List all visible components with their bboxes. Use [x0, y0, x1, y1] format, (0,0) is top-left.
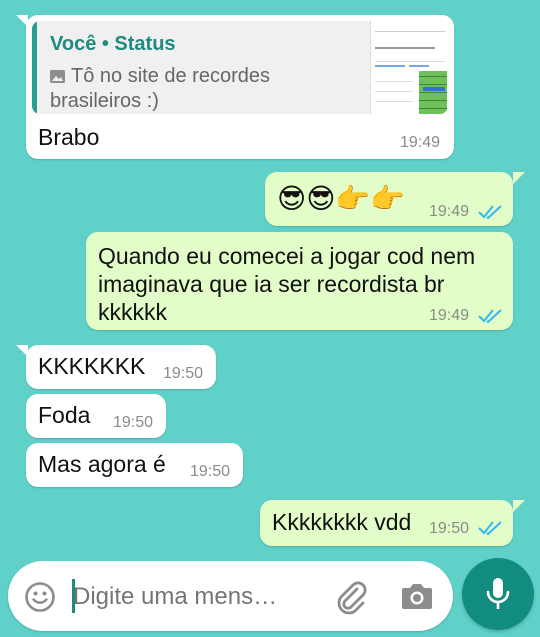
message-text: Foda — [38, 402, 91, 428]
message-composer — [8, 561, 453, 631]
message-text: Kkkkkkkk vdd — [272, 509, 412, 535]
thumbnail-image — [371, 21, 448, 114]
camera-icon[interactable] — [400, 581, 434, 611]
quote-text: Tô no site de recordes brasileiros :) — [50, 65, 270, 112]
message-text: Mas agora é — [38, 451, 166, 477]
emoji-icon[interactable] — [24, 581, 56, 613]
bubble-tail — [16, 15, 28, 27]
bubble-tail — [513, 500, 525, 512]
message-bubble-incoming[interactable]: Você • Status Tô no site de recordes bra… — [26, 15, 454, 159]
message-bubble-incoming[interactable]: Foda 19:50 — [26, 394, 166, 438]
message-text: Brabo — [38, 124, 100, 150]
read-ticks-icon — [478, 205, 502, 220]
message-bubble-outgoing[interactable]: Quando eu comecei a jogar cod nem imagin… — [86, 232, 513, 330]
quoted-status[interactable]: Você • Status Tô no site de recordes bra… — [32, 21, 448, 114]
quote-text-block: Tô no site de recordes brasileiros :) — [50, 64, 350, 114]
read-ticks-icon — [478, 521, 502, 536]
message-bubble-incoming[interactable]: KKKKKKK 19:50 — [26, 345, 216, 389]
read-ticks-icon — [478, 309, 502, 324]
image-icon — [50, 70, 65, 83]
bubble-tail — [16, 345, 28, 357]
message-time: 19:49 — [429, 307, 470, 324]
message-bubble-outgoing[interactable]: Kkkkkkkk vdd 19:50 — [260, 500, 513, 546]
voice-message-button[interactable] — [462, 558, 534, 630]
attach-icon[interactable] — [333, 579, 369, 615]
message-time: 19:50 — [163, 365, 204, 382]
message-text: KKKKKKK — [38, 353, 146, 379]
message-bubble-outgoing[interactable]: 😎😎👉👉 19:49 — [265, 172, 513, 226]
message-time: 19:50 — [190, 463, 231, 480]
quote-accent-bar — [32, 21, 37, 114]
message-time: 19:50 — [113, 414, 154, 431]
message-time: 19:49 — [400, 134, 441, 151]
message-emoji: 😎😎👉👉 — [277, 183, 406, 214]
status-thumbnail[interactable] — [370, 21, 448, 114]
message-time: 19:50 — [429, 520, 470, 537]
message-input[interactable] — [73, 582, 313, 612]
quote-author: Você • Status — [50, 33, 176, 55]
message-bubble-incoming[interactable]: Mas agora é 19:50 — [26, 443, 243, 487]
message-time: 19:49 — [429, 203, 470, 220]
microphone-icon — [486, 578, 510, 609]
bubble-tail — [513, 172, 525, 184]
